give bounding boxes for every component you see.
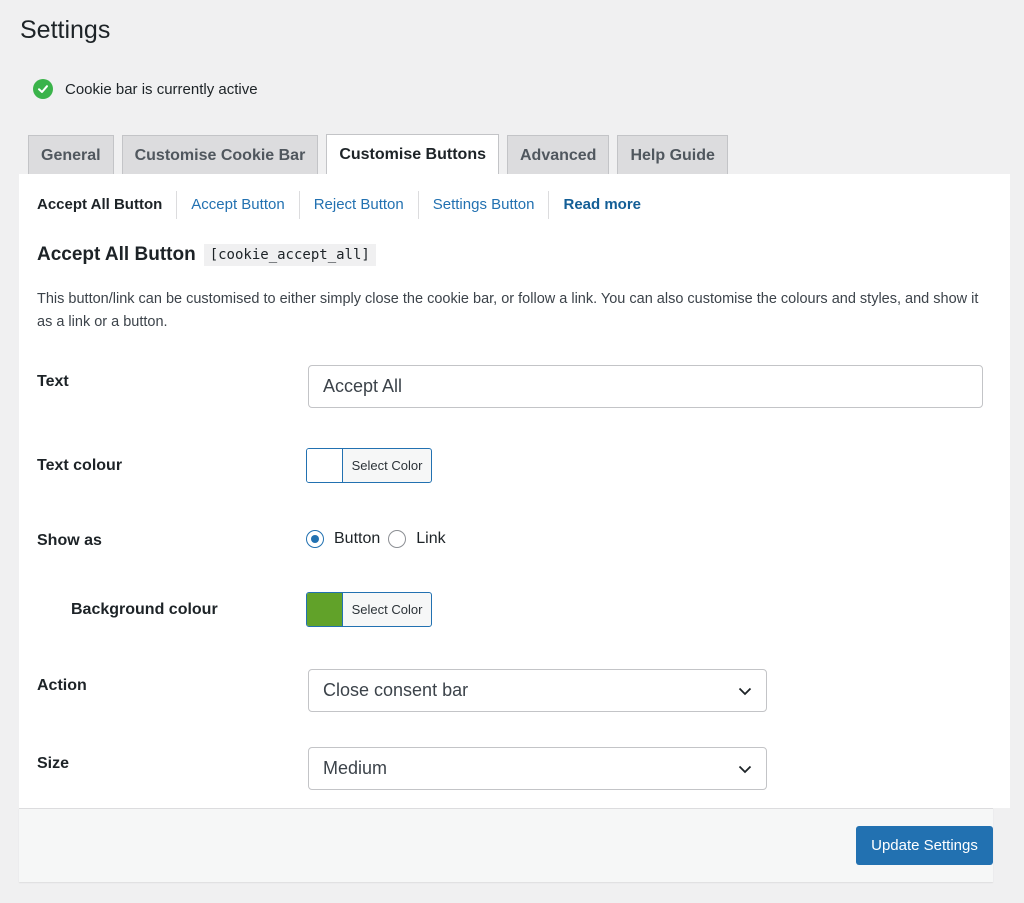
tab-help-guide[interactable]: Help Guide [617,135,728,175]
subnav-accept-button[interactable]: Accept Button [176,191,298,219]
tab-general[interactable]: General [28,135,114,175]
update-settings-button[interactable]: Update Settings [856,826,993,865]
text-colour-picker[interactable]: Select Color [306,448,432,483]
tab-bar: General Customise Cookie Bar Customise B… [28,134,728,175]
check-circle-icon [33,79,53,99]
background-colour-swatch[interactable] [307,593,343,626]
subnav-reject-button[interactable]: Reject Button [298,191,418,219]
button-subnav: Accept All Button Accept Button Reject B… [37,191,655,219]
action-label: Action [37,677,87,694]
page-title: Settings [20,16,111,44]
section-title: Accept All Button [37,244,196,265]
chevron-down-icon [738,680,752,701]
radio-link-label[interactable]: Link [416,530,445,548]
action-select[interactable]: Close consent bar [308,669,767,712]
radio-button-option[interactable] [306,530,324,548]
size-select[interactable]: Medium [308,747,767,790]
radio-button-label[interactable]: Button [334,530,380,548]
settings-panel: Accept All Button Accept Button Reject B… [19,174,1010,808]
settings-footer: Update Settings [19,808,993,882]
show-as-label: Show as [37,532,102,549]
subnav-settings-button[interactable]: Settings Button [417,191,549,219]
background-colour-picker[interactable]: Select Color [306,592,432,627]
select-color-button[interactable]: Select Color [343,449,431,482]
button-text-input[interactable]: Accept All [308,365,983,408]
subnav-accept-all-button[interactable]: Accept All Button [37,191,176,219]
background-colour-label: Background colour [71,601,218,618]
subnav-read-more[interactable]: Read more [548,191,655,219]
text-colour-swatch[interactable] [307,449,343,482]
radio-link-option[interactable] [388,530,407,548]
section-description: This button/link can be customised to ei… [37,291,979,330]
text-label: Text [37,373,69,390]
chevron-down-icon [738,758,752,779]
shortcode: [cookie_accept_all] [203,244,376,266]
size-label: Size [37,755,70,772]
text-colour-label: Text colour [37,457,123,474]
size-select-value: Medium [323,758,388,778]
show-as-radio-group: Button Link [306,530,450,548]
action-select-value: Close consent bar [323,680,469,700]
status-text: Cookie bar is currently active [65,80,258,98]
status-notice: Cookie bar is currently active [33,79,258,99]
tab-customise-cookie-bar[interactable]: Customise Cookie Bar [121,135,319,175]
tab-advanced[interactable]: Advanced [506,135,610,175]
tab-customise-buttons[interactable]: Customise Buttons [326,134,499,175]
section-heading: Accept All Button [cookie_accept_all] [37,244,376,266]
select-color-button[interactable]: Select Color [343,593,431,626]
